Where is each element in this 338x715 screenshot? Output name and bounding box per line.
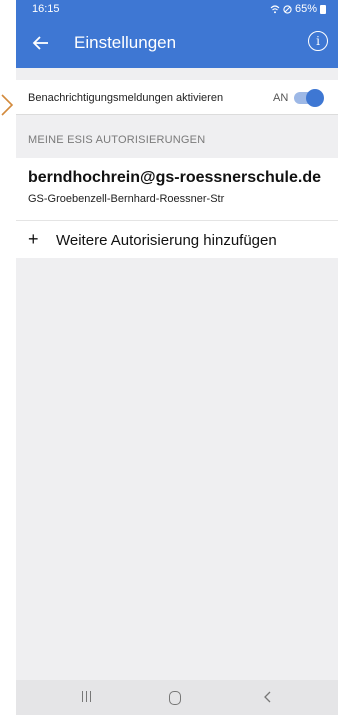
toggle-state-label: AN bbox=[273, 92, 289, 104]
status-indicators: 65% bbox=[270, 3, 326, 15]
status-time: 16:15 bbox=[32, 3, 60, 15]
page-title: Einstellungen bbox=[74, 33, 177, 52]
phone-screen: 16:15 65% Einstellungen i Benachrichtigu… bbox=[16, 0, 338, 715]
arrow-left-icon[interactable] bbox=[30, 32, 52, 54]
battery-icon bbox=[320, 4, 326, 14]
wifi-icon bbox=[270, 4, 280, 13]
app-bar: Einstellungen i bbox=[16, 18, 338, 68]
battery-percent: 65% bbox=[294, 3, 317, 15]
authorization-item[interactable]: berndhochrein@gs-roessnerschule.de GS-Gr… bbox=[16, 158, 338, 221]
chevron-left-icon[interactable] bbox=[260, 689, 276, 705]
notification-toggle[interactable] bbox=[292, 89, 324, 107]
info-icon[interactable]: i bbox=[308, 31, 328, 51]
notification-setting-row: Benachrichtigungsmeldungen aktivieren AN bbox=[16, 80, 338, 115]
recents-icon[interactable] bbox=[80, 689, 94, 703]
chevron-right-icon bbox=[1, 94, 14, 116]
notification-label: Benachrichtigungsmeldungen aktivieren bbox=[28, 92, 224, 104]
add-authorization-button[interactable]: + Weitere Autorisierung hinzufügen bbox=[16, 221, 338, 258]
system-nav-bar bbox=[16, 680, 338, 715]
account-email: berndhochrein@gs-roessnerschule.de bbox=[28, 169, 322, 186]
plus-icon: + bbox=[28, 229, 39, 249]
do-not-disturb-icon bbox=[283, 4, 292, 14]
toggle-thumb bbox=[306, 89, 324, 107]
account-school: GS-Groebenzell-Bernhard-Roessner-Str bbox=[28, 193, 225, 205]
add-authorization-label: Weitere Autorisierung hinzufügen bbox=[56, 232, 277, 249]
home-icon[interactable] bbox=[169, 691, 181, 705]
section-header: MEINE ESIS AUTORISIERUNGEN bbox=[28, 134, 206, 146]
status-bar: 16:15 65% bbox=[16, 0, 338, 18]
